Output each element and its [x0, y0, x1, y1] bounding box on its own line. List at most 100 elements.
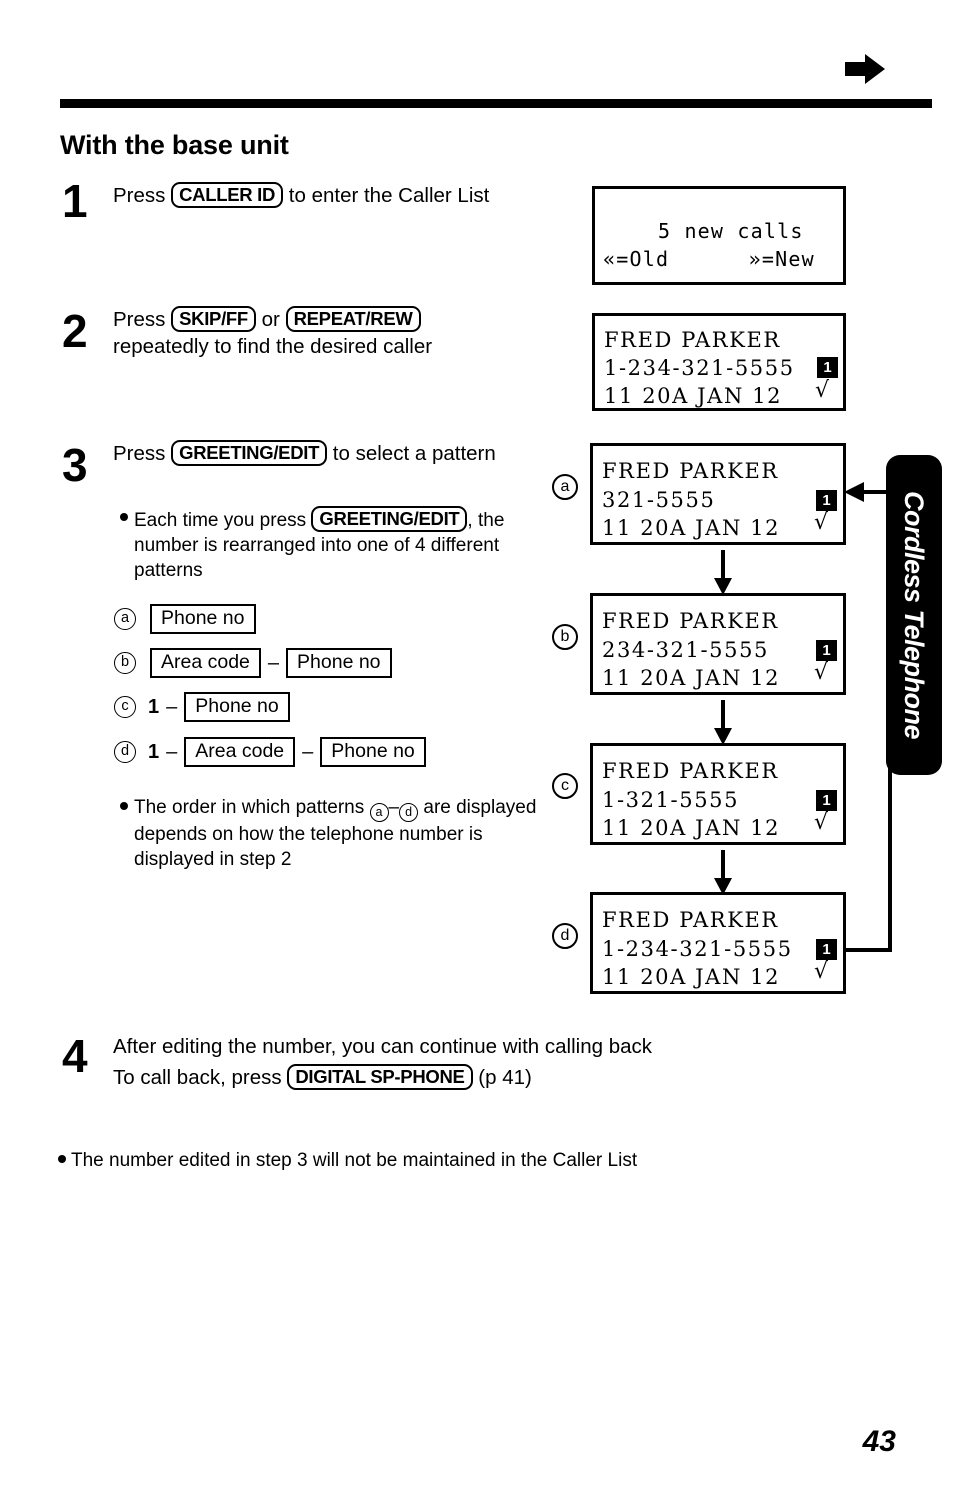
side-tab-label: Cordless Telephone [899, 490, 930, 740]
bullet-each-time-text: Each time you press GREETING/EDIT, the n… [120, 506, 545, 583]
order-note-part-1: The order in which patterns [134, 797, 370, 818]
bullet-each-time: Each time you press GREETING/EDIT, the n… [120, 506, 545, 583]
flow-arrow-c-to-d [714, 850, 732, 895]
pattern-b-box-area-code: Area code [150, 648, 261, 678]
lcd-panel-a: FRED PARKER 321-5555 11 20A JAN 12 1 √ [590, 443, 846, 545]
lcd-marker-a: a [552, 474, 578, 500]
lcd-intro-line2: «=Old »=New [603, 247, 815, 271]
pattern-c-dash: – [166, 696, 178, 718]
pattern-row-a: a Phone no [114, 604, 256, 634]
pattern-d-box-area-code: Area code [184, 737, 296, 767]
lcd-d-line2: 1-234-321-5555 [602, 937, 793, 961]
step-3-text-after: to select a pattern [327, 442, 496, 465]
key-skip-ff[interactable]: SKIP/FF [171, 306, 256, 332]
lcd-intro-line1: 5 new calls [605, 219, 804, 243]
lcd-c-check-icon: √ [814, 810, 829, 835]
bullet-order-note-text: The order in which patterns a – d are disp… [120, 795, 560, 872]
key-greeting-edit-inline[interactable]: GREETING/EDIT [311, 506, 468, 532]
right-arrow-icon [845, 54, 885, 84]
lcd-a-line3: 11 20A JAN 12 [602, 516, 781, 540]
step-2-text-middle: or [255, 308, 286, 331]
lcd-a-line2: 321-5555 [602, 488, 716, 512]
key-greeting-edit[interactable]: GREETING/EDIT [171, 440, 328, 466]
bullet-each-time-before: Each time you press [134, 510, 312, 531]
pattern-d-prefix-one: 1 [148, 740, 160, 763]
step-number-4: 4 [62, 1030, 88, 1082]
lcd-step2-line2: 1-234-321-5555 [604, 356, 795, 380]
pattern-c-prefix-one: 1 [148, 695, 160, 718]
lcd-step2-line3: 11 20A JAN 12 [604, 384, 783, 408]
lcd-c-badge: 1 [816, 790, 837, 811]
step-3-text-before: Press [113, 442, 172, 465]
lcd-panel-b: FRED PARKER 234-321-5555 11 20A JAN 12 1… [590, 593, 846, 695]
key-repeat-rew[interactable]: REPEAT/REW [285, 306, 421, 332]
lcd-panel-intro: 5 new calls «=Old »=New [592, 186, 846, 285]
lcd-a-check-icon: √ [814, 510, 829, 535]
pattern-d-dash: – [166, 741, 178, 763]
step-2-text-after: repeatedly to find the desired caller [113, 335, 433, 358]
page-number: 43 [862, 1425, 896, 1458]
pattern-b-dash: – [267, 652, 280, 674]
lcd-panel-d: FRED PARKER 1-234-321-5555 11 20A JAN 12… [590, 892, 846, 994]
lcd-d-badge: 1 [816, 939, 837, 960]
pattern-d-dash-2: – [302, 741, 314, 763]
lcd-marker-b: b [552, 624, 578, 650]
lcd-step2-check-icon: √ [815, 378, 830, 403]
step-1-text-after: to enter the Caller List [283, 184, 490, 207]
lcd-b-badge: 1 [816, 640, 837, 661]
lcd-b-check-icon: √ [814, 660, 829, 685]
lcd-c-line3: 11 20A JAN 12 [602, 816, 781, 840]
pattern-marker-d: d [114, 741, 136, 763]
pattern-b-box-phone-no: Phone no [286, 648, 392, 678]
final-note: The number edited in step 3 will not be … [58, 1148, 818, 1173]
lcd-a-line1: FRED PARKER [602, 459, 779, 483]
pattern-a-box-phone-no: Phone no [150, 604, 256, 634]
page-title: With the base unit [60, 130, 289, 160]
flow-arrow-b-to-c [714, 700, 732, 745]
final-note-text: The number edited in step 3 will not be … [71, 1150, 638, 1171]
pattern-marker-b: b [114, 652, 136, 674]
bullet-dot-icon [120, 513, 128, 521]
lcd-a-badge: 1 [816, 490, 837, 511]
step-2-text: Press SKIP/FF or REPEAT/REW repeatedly t… [113, 306, 583, 360]
lcd-step2-line1: FRED PARKER [604, 328, 781, 352]
pattern-row-c: c 1 – Phone no [114, 692, 290, 722]
order-note-marker-d: d [399, 802, 419, 822]
lcd-step2-badge: 1 [817, 357, 838, 378]
lcd-b-line1: FRED PARKER [602, 609, 779, 633]
pattern-marker-a: a [114, 608, 136, 630]
key-caller-id[interactable]: CALLER ID [171, 182, 284, 208]
bullet-order-note: The order in which patterns a – d are disp… [120, 795, 560, 872]
step-number-2: 2 [62, 305, 88, 357]
lcd-c-line1: FRED PARKER [602, 759, 779, 783]
lcd-panel-c: FRED PARKER 1-321-5555 11 20A JAN 12 1 √ [590, 743, 846, 845]
lcd-d-line1: FRED PARKER [602, 908, 779, 932]
bullet-dot-icon [58, 1155, 66, 1163]
order-note-dash: – [388, 797, 400, 818]
lcd-panel-step2: FRED PARKER 1-234-321-5555 11 20A JAN 12… [592, 313, 846, 411]
bullet-dot-icon [120, 802, 128, 810]
flow-arrow-a-to-b [714, 550, 732, 595]
key-digital-sp-phone[interactable]: DIGITAL SP-PHONE [287, 1064, 473, 1090]
pattern-row-d: d 1 – Area code – Phone no [114, 737, 426, 767]
step-2-text-before: Press [113, 308, 172, 331]
lcd-b-line2: 234-321-5555 [602, 638, 769, 662]
pattern-row-b: b Area code – Phone no [114, 648, 392, 678]
step-3-text: Press GREETING/EDIT to select a pattern [113, 440, 543, 467]
pattern-marker-c: c [114, 696, 136, 718]
lcd-b-line3: 11 20A JAN 12 [602, 666, 781, 690]
lcd-d-line3: 11 20A JAN 12 [602, 965, 781, 989]
pattern-d-box-phone-no: Phone no [320, 737, 426, 767]
step-4-text: After editing the number, you can contin… [113, 1031, 813, 1093]
step-number-1: 1 [62, 175, 88, 227]
order-note-marker-a: a [369, 802, 389, 822]
lcd-c-line2: 1-321-5555 [602, 788, 740, 812]
step-4-line-2-before: To call back, press [113, 1066, 288, 1089]
step-1-text-before: Press [113, 184, 172, 207]
step-number-3: 3 [62, 439, 88, 491]
header-divider [60, 99, 932, 108]
lcd-d-check-icon: √ [814, 959, 829, 984]
step-4-line-1: After editing the number, you can contin… [113, 1035, 653, 1058]
step-4-line-2-after: (p 41) [472, 1066, 532, 1089]
lcd-marker-d: d [552, 923, 578, 949]
